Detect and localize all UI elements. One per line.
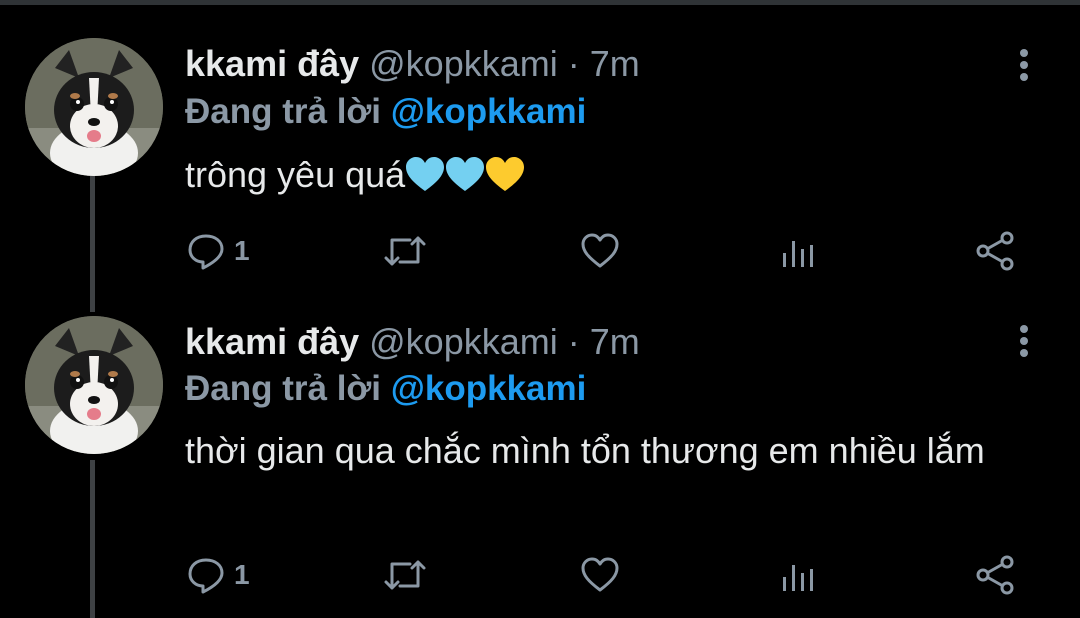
tweet[interactable]: kkami đây @kopkkami · 7m Đang trả lời @k… [0,0,1080,595]
more-vertical-icon[interactable] [1012,321,1036,361]
reply-button[interactable]: 1 [186,550,250,600]
like-button[interactable] [580,550,620,600]
like-icon [581,557,619,592]
share-button[interactable] [974,550,1016,600]
reply-icon [188,558,224,594]
timestamp[interactable]: 7m [590,321,640,362]
separator: · [567,321,580,362]
retweet-button[interactable] [383,550,427,600]
analytics-icon [783,565,813,591]
tweet-text: thời gian qua chắc mình tổn thương em nh… [185,428,1045,474]
replying-to-link[interactable]: @kopkkami [391,369,587,408]
avatar[interactable] [25,316,163,454]
retweet-icon [384,560,426,590]
reply-count: 1 [234,559,250,590]
analytics-button[interactable] [778,550,818,600]
tweet-header: kkami đây @kopkkami · 7m [185,322,640,362]
replying-to: Đang trả lời @kopkkami [185,369,586,409]
username[interactable]: @kopkkami [369,321,558,362]
replying-to-label: Đang trả lời [185,369,382,408]
display-name[interactable]: kkami đây [185,321,359,362]
tweet-actions: 1 [0,550,1080,600]
share-icon [976,555,1014,595]
tweet-text-content: thời gian qua chắc mình tổn thương em nh… [185,430,985,471]
